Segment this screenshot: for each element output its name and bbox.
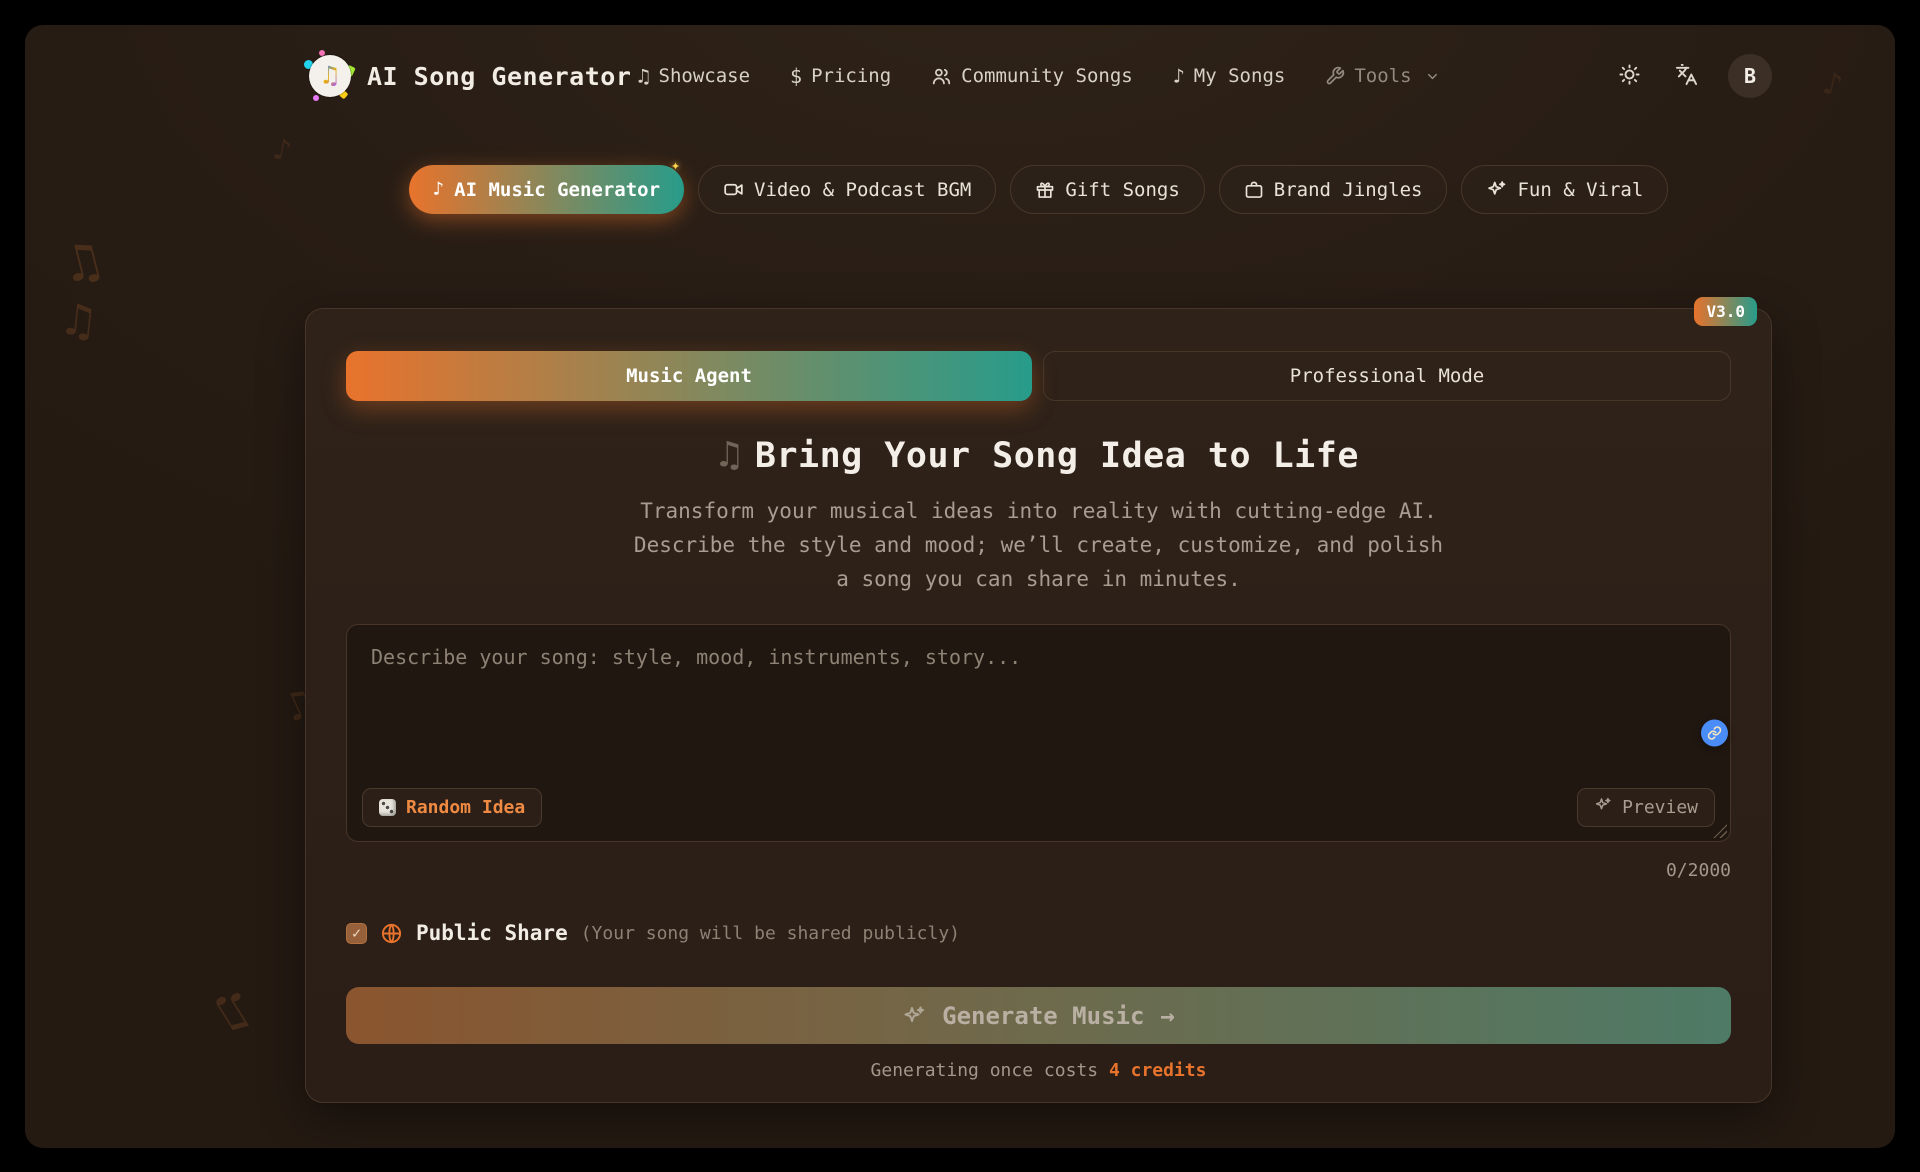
tab-gift-songs[interactable]: Gift Songs — [1010, 165, 1205, 214]
sparkles-icon — [1594, 796, 1612, 819]
tab-brand-jingles[interactable]: Brand Jingles — [1218, 165, 1448, 214]
users-icon — [931, 66, 952, 87]
nav-label: My Songs — [1193, 65, 1286, 87]
generator-card: V3.0 Music Agent Professional Mode ♫ Brin… — [305, 297, 1772, 1103]
public-share-note: (Your song will be shared publicly) — [580, 922, 961, 944]
generate-music-button[interactable]: Generate Music → — [346, 987, 1731, 1044]
song-description-input[interactable] — [346, 624, 1731, 842]
music-icon: ♫ — [637, 64, 650, 88]
music-note-icon: ♪ — [1172, 64, 1185, 88]
version-badge: V3.0 — [1694, 297, 1757, 326]
tab-label: Video & Podcast BGM — [754, 178, 972, 201]
brand-home-link[interactable]: ♫ AI Song Generator — [304, 50, 632, 101]
nav-item-tools[interactable]: Tools — [1325, 65, 1439, 87]
decorative-note: ♫ — [62, 291, 96, 349]
header-actions: B — [1614, 54, 1772, 98]
language-switcher-button[interactable] — [1671, 59, 1702, 93]
random-idea-label: Random Idea — [406, 797, 526, 818]
credits-note: Generating once costs 4 credits — [346, 1060, 1731, 1081]
char-counter: 0/2000 — [1665, 860, 1731, 881]
main-nav: ♫ Showcase $ Pricing Community Songs ♪ M… — [637, 65, 1439, 87]
credits-highlight: 4 credits — [1108, 1060, 1207, 1081]
card-heading: ♫ Bring Your Song Idea to Life — [346, 433, 1731, 476]
app-logo-icon: ♫ — [304, 50, 356, 101]
mode-toggle: Music Agent Professional Mode — [346, 351, 1731, 401]
nav-item-pricing[interactable]: $ Pricing — [790, 65, 891, 87]
preview-button[interactable]: Preview — [1577, 788, 1715, 827]
dollar-icon: $ — [790, 64, 803, 88]
mode-professional-button[interactable]: Professional Mode — [1043, 351, 1731, 401]
music-notes-icon: ♫ — [718, 433, 741, 476]
credits-prefix: Generating once costs — [870, 1060, 1099, 1081]
sparkle-icon: ✦ — [671, 156, 681, 174]
logo-confetti — [313, 95, 319, 101]
sparkles-icon — [902, 1004, 926, 1028]
prompt-area: Random Idea Preview — [346, 624, 1731, 842]
video-icon — [723, 179, 744, 200]
decorative-note: ♫ — [207, 979, 265, 1045]
chevron-down-icon — [1425, 69, 1440, 84]
briefcase-icon — [1244, 180, 1264, 200]
user-avatar[interactable]: B — [1728, 54, 1772, 98]
tab-fun-viral[interactable]: Fun & Viral — [1461, 165, 1669, 214]
share-link-button[interactable] — [1701, 719, 1728, 747]
random-idea-button[interactable]: Random Idea — [362, 788, 543, 827]
sparkles-icon — [1486, 179, 1507, 200]
generate-label: Generate Music — [942, 1001, 1145, 1030]
header: ♫ AI Song Generator ♫ Showcase $ Pricing — [304, 47, 1772, 105]
public-share-checkbox[interactable]: ✓ — [346, 922, 367, 944]
category-tabs: ♪ AI Music Generator ✦ Video & Podcast B… — [305, 156, 1772, 214]
link-icon — [1707, 726, 1722, 741]
mode-music-agent-button[interactable]: Music Agent — [346, 351, 1032, 401]
decorative-note: ♫ — [60, 230, 106, 296]
tab-video-podcast-bgm[interactable]: Video & Podcast BGM — [698, 165, 997, 214]
arrow-right-icon: → — [1160, 1001, 1175, 1030]
nav-item-my-songs[interactable]: ♪ My Songs — [1173, 65, 1286, 87]
tab-label: AI Music Generator — [454, 178, 661, 201]
decorative-note: ♪ — [1819, 63, 1847, 105]
app-title: AI Song Generator — [367, 61, 632, 91]
preview-label: Preview — [1622, 797, 1698, 818]
nav-label: Community Songs — [961, 65, 1133, 87]
logo-notes-glyph: ♫ — [322, 61, 338, 91]
dice-icon — [379, 799, 396, 816]
card-description: Transform your musical ideas into realit… — [633, 499, 1444, 591]
gift-icon — [1035, 180, 1055, 200]
nav-label: Showcase — [658, 65, 751, 87]
public-share-label: Public Share — [416, 921, 568, 945]
wrench-icon — [1325, 66, 1345, 86]
nav-label: Pricing — [811, 65, 892, 87]
tab-ai-music-generator[interactable]: ♪ AI Music Generator ✦ — [408, 156, 685, 214]
music-note-icon: ♪ — [432, 178, 445, 200]
languages-icon — [1675, 63, 1698, 89]
globe-icon — [380, 922, 403, 945]
decorative-note: ♪ — [270, 131, 294, 170]
app-page: ♫ ♫ ♪ ♫ ♫ ♪ ♫ AI Song Generator ♫ Showca… — [25, 25, 1895, 1148]
tab-label: Gift Songs — [1065, 178, 1180, 201]
tab-label: Fun & Viral — [1517, 178, 1644, 201]
nav-label: Tools — [1354, 65, 1412, 87]
public-share-row: ✓ Public Share (Your song will be shared… — [346, 921, 1731, 945]
heading-text: Bring Your Song Idea to Life — [754, 436, 1359, 476]
nav-item-showcase[interactable]: ♫ Showcase — [637, 65, 750, 87]
sun-icon — [1618, 63, 1641, 89]
nav-item-community-songs[interactable]: Community Songs — [931, 65, 1133, 87]
theme-toggle-button[interactable] — [1614, 59, 1645, 93]
tab-label: Brand Jingles — [1273, 178, 1423, 201]
